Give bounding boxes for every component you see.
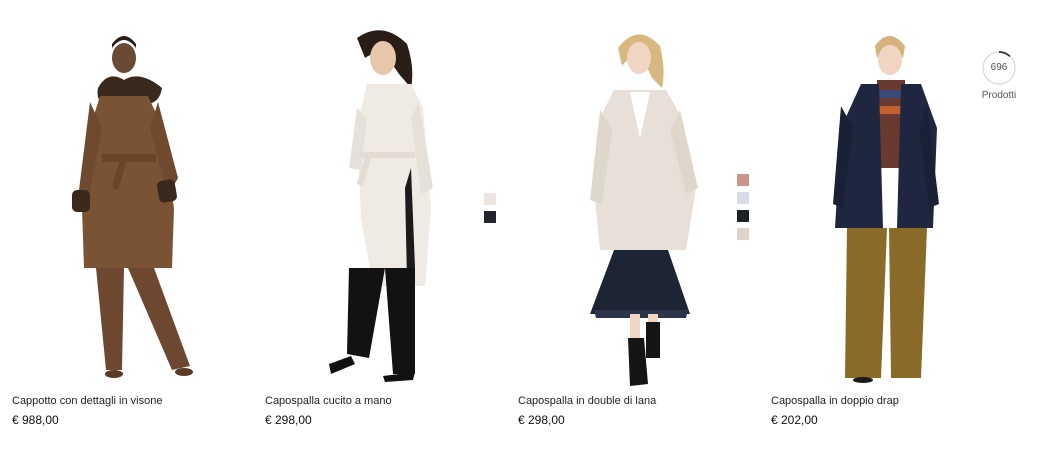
color-swatches — [737, 174, 749, 246]
product-count-label: Prodotti — [981, 90, 1017, 101]
product-price: € 298,00 — [265, 413, 312, 427]
color-swatch[interactable] — [484, 193, 496, 205]
product-price: € 202,00 — [771, 413, 818, 427]
color-swatch[interactable] — [737, 210, 749, 222]
product-image[interactable] — [12, 18, 255, 388]
product-name[interactable]: Cappotto con dettagli in visone — [12, 395, 162, 407]
product-image[interactable] — [265, 18, 508, 388]
product-counter: 696 Prodotti — [974, 50, 1024, 101]
counter-ring: 696 — [981, 50, 1017, 86]
color-swatch[interactable] — [737, 192, 749, 204]
product-count: 696 — [990, 62, 1008, 73]
product-grid: Cappotto con dettagli in visone € 988,00 — [0, 0, 1060, 449]
product-image[interactable] — [518, 18, 761, 388]
product-card[interactable]: Capospalla in double di lana € 298,00 — [518, 18, 761, 427]
product-card[interactable]: Cappotto con dettagli in visone € 988,00 — [12, 18, 255, 427]
product-name[interactable]: Capospalla in doppio drap — [771, 395, 899, 407]
product-name[interactable]: Capospalla cucito a mano — [265, 395, 392, 407]
color-swatches — [484, 193, 496, 229]
product-price: € 298,00 — [518, 413, 565, 427]
product-card[interactable]: Capospalla cucito a mano € 298,00 — [265, 18, 508, 427]
product-name[interactable]: Capospalla in double di lana — [518, 395, 656, 407]
color-swatch[interactable] — [484, 211, 496, 223]
product-price: € 988,00 — [12, 413, 59, 427]
color-swatch[interactable] — [737, 228, 749, 240]
color-swatch[interactable] — [737, 174, 749, 186]
